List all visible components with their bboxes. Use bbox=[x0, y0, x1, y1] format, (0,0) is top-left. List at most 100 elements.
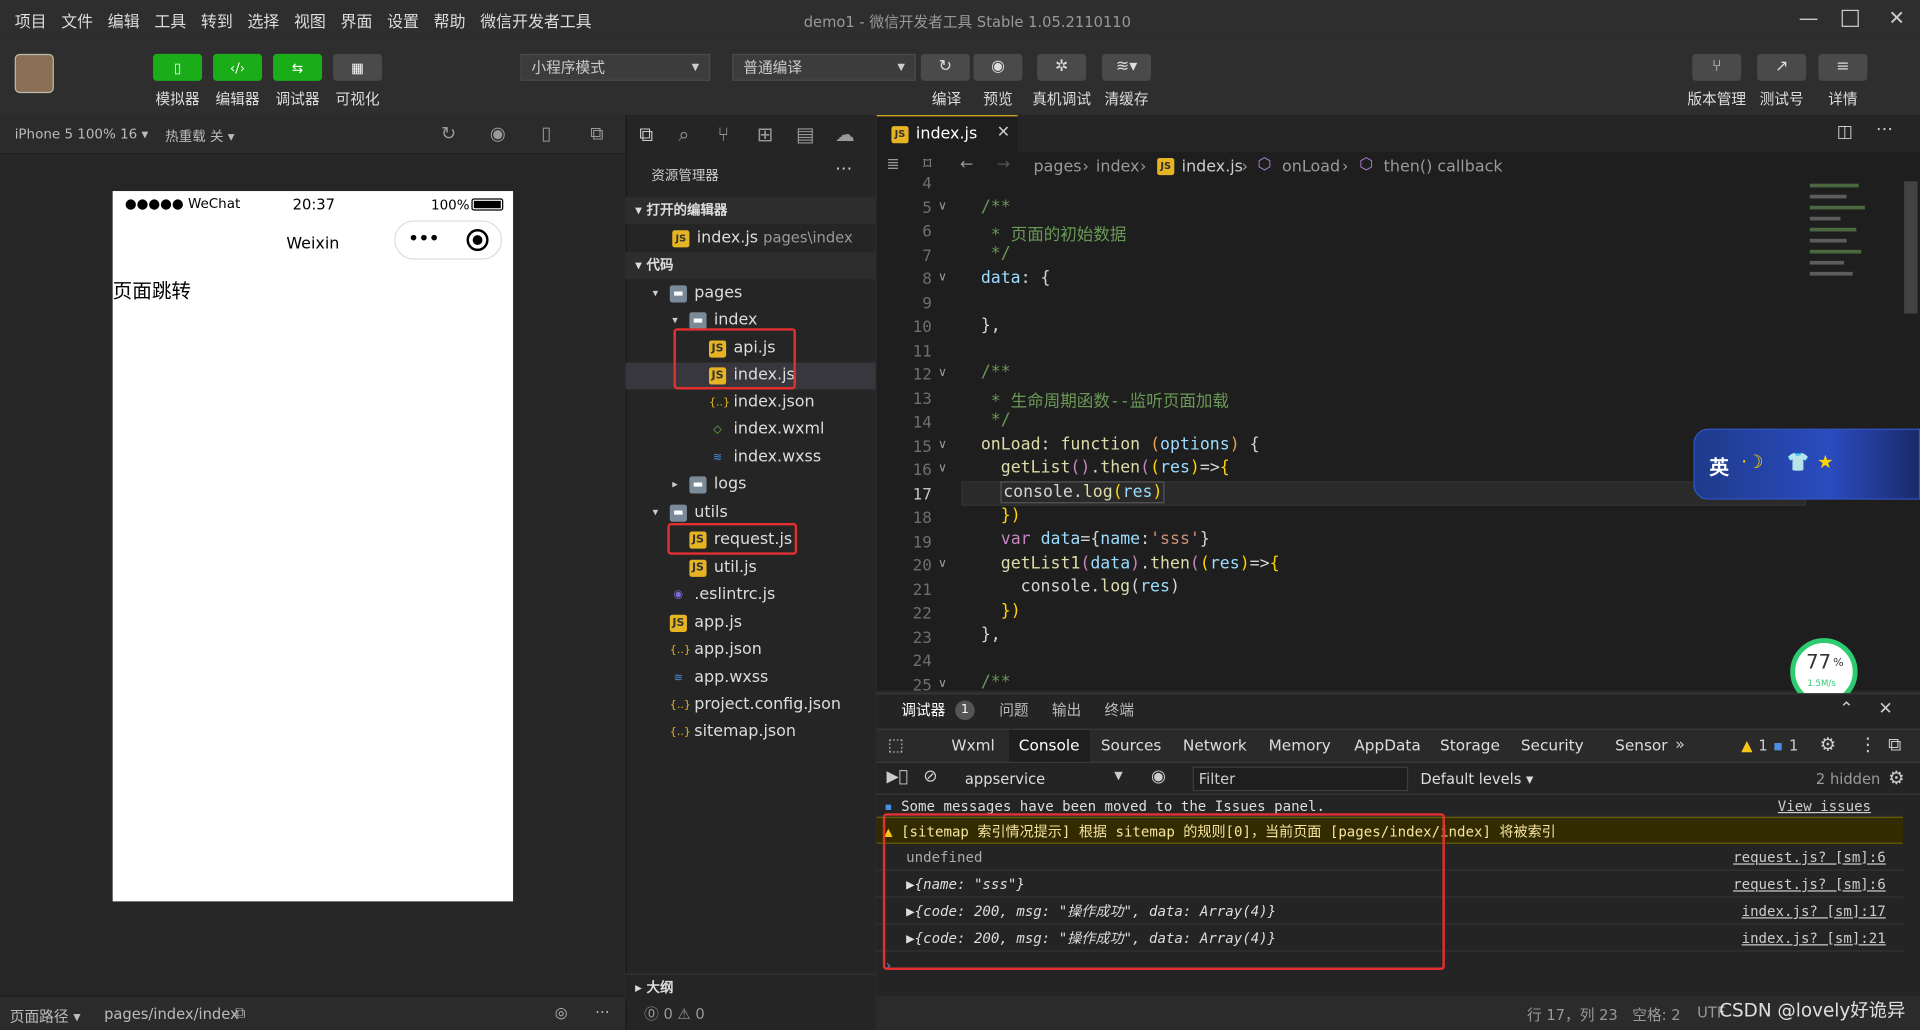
extensions-icon[interactable]: ⊞ bbox=[757, 122, 773, 145]
panel-tab-appdata[interactable]: AppData bbox=[1345, 730, 1431, 762]
source-link[interactable]: index.js? [sm]:17 bbox=[1742, 898, 1886, 925]
clear-cache-icon[interactable]: ≋▾ bbox=[1102, 53, 1152, 81]
test-icon[interactable]: ↗ bbox=[1757, 53, 1807, 81]
exit-icon[interactable] bbox=[466, 229, 489, 252]
tree-item[interactable]: JS util.js bbox=[626, 555, 876, 582]
panel-tab-memory[interactable]: Memory bbox=[1259, 730, 1341, 762]
fold-icon[interactable]: ∨ bbox=[938, 366, 947, 379]
menu-item[interactable]: 微信开发者工具 bbox=[480, 8, 591, 31]
version-icon[interactable]: ⑂ bbox=[1692, 53, 1742, 81]
menu-item[interactable]: 视图 bbox=[294, 8, 326, 31]
close-panel-icon[interactable]: ✕ bbox=[1878, 699, 1892, 719]
context-select[interactable]: appservice bbox=[965, 770, 1045, 787]
tree-item[interactable]: {..} project.config.json bbox=[626, 692, 876, 719]
forward-icon[interactable]: → bbox=[997, 156, 1010, 174]
menu-item[interactable]: 帮助 bbox=[434, 8, 466, 31]
tree-item[interactable]: {..} app.json bbox=[626, 637, 876, 664]
tab-issues[interactable]: 问题 bbox=[999, 694, 1028, 726]
mode-select[interactable]: 小程序模式 ▼ bbox=[520, 53, 711, 81]
visualize-icon[interactable]: ▦ bbox=[333, 53, 383, 81]
bookmark-icon[interactable]: ⌑ bbox=[923, 156, 931, 174]
problems-count[interactable]: ⓪ 0 ⚠ 0 bbox=[644, 1003, 705, 1024]
tab-debugger[interactable]: 调试器 bbox=[901, 694, 945, 726]
editor-icon[interactable]: ‹/› bbox=[213, 53, 263, 81]
collapse-icon[interactable]: ⌃ bbox=[1839, 699, 1853, 719]
menu-item[interactable]: 转到 bbox=[201, 8, 233, 31]
list-icon[interactable]: ≣ bbox=[887, 156, 900, 174]
files-icon[interactable]: ⧉ bbox=[639, 122, 653, 146]
console-settings-icon[interactable]: ⚙ bbox=[1888, 767, 1904, 789]
docker-icon[interactable]: ☁ bbox=[835, 122, 855, 145]
phone-icon[interactable]: ▯ bbox=[541, 122, 551, 144]
open-editor-item[interactable]: JS index.js pages\index bbox=[626, 224, 876, 251]
split-editor-icon[interactable]: ◫ bbox=[1837, 122, 1853, 142]
panel-tab-storage[interactable]: Storage bbox=[1430, 730, 1509, 762]
compile-icon[interactable]: ↻ bbox=[920, 53, 970, 81]
capsule-button[interactable]: ••• bbox=[394, 220, 503, 260]
fold-icon[interactable]: ∨ bbox=[938, 557, 947, 570]
compile-mode-select[interactable]: 普通编译 ▼ bbox=[732, 53, 916, 81]
hot-reload-select[interactable]: 热重载 关 ▾ bbox=[165, 126, 234, 146]
stop-icon[interactable]: ◉ bbox=[490, 122, 506, 144]
scrollbar[interactable] bbox=[1904, 181, 1918, 314]
fold-icon[interactable]: ∨ bbox=[938, 677, 947, 690]
tab-terminal[interactable]: 终端 bbox=[1104, 694, 1133, 726]
details-icon[interactable]: ≡ bbox=[1818, 53, 1868, 81]
git-icon[interactable]: ⑂ bbox=[718, 122, 730, 145]
debugger-icon[interactable]: ⇆ bbox=[273, 53, 323, 81]
minimize-icon[interactable]: — bbox=[1798, 7, 1820, 29]
menu-item[interactable]: 选择 bbox=[247, 8, 279, 31]
fold-icon[interactable]: ∨ bbox=[938, 199, 947, 212]
explorer-more-icon[interactable]: ⋯ bbox=[835, 159, 852, 179]
ime-star-icon[interactable]: ★ bbox=[1817, 451, 1833, 473]
simulator-icon[interactable]: ▯ bbox=[153, 53, 203, 81]
reload-icon[interactable]: ↻ bbox=[441, 122, 456, 144]
clear-console-icon[interactable]: ⊘ bbox=[923, 767, 937, 787]
warning-icon[interactable]: ▲ bbox=[1741, 737, 1752, 754]
breadcrumb-file[interactable]: index.js bbox=[1182, 158, 1243, 176]
code-section[interactable]: ▾ 代码 bbox=[625, 252, 876, 280]
open-editors-section[interactable]: ▾ 打开的编辑器 bbox=[625, 197, 876, 225]
fold-icon[interactable]: ∨ bbox=[938, 462, 947, 475]
tree-item[interactable]: ◉ .eslintrc.js bbox=[626, 582, 876, 609]
breadcrumb-pages[interactable]: pages bbox=[1033, 158, 1081, 176]
menu-item[interactable]: 文件 bbox=[61, 8, 93, 31]
search-icon[interactable]: ⌕ bbox=[678, 122, 689, 146]
filter-input[interactable]: Filter bbox=[1192, 766, 1409, 792]
tree-arrow-icon[interactable]: ▾ bbox=[653, 500, 659, 527]
menu-item[interactable]: 设置 bbox=[387, 8, 419, 31]
editor-more-icon[interactable]: ⋯ bbox=[1876, 120, 1893, 140]
context-caret-icon[interactable]: ▼ bbox=[1114, 770, 1122, 782]
tree-item[interactable]: {..} sitemap.json bbox=[626, 719, 876, 746]
settings-icon[interactable]: ⚙ bbox=[1820, 734, 1836, 756]
more-panels-icon[interactable]: » bbox=[1675, 736, 1685, 754]
panel-tab-sources[interactable]: Sources bbox=[1091, 730, 1171, 762]
tree-item[interactable]: ▸ ▬ logs bbox=[626, 472, 876, 499]
menu-item[interactable]: 项目 bbox=[15, 8, 47, 31]
breadcrumb-index[interactable]: index bbox=[1096, 158, 1140, 176]
remote-debug-icon[interactable]: ✲ bbox=[1037, 53, 1087, 81]
fold-icon[interactable]: ∨ bbox=[938, 271, 947, 284]
tree-item[interactable]: {..} index.json bbox=[626, 389, 876, 416]
minimap[interactable] bbox=[1809, 179, 1896, 326]
avatar[interactable] bbox=[14, 53, 54, 94]
panel-tab-wxml[interactable]: Wxml bbox=[942, 730, 1005, 762]
more-icon[interactable]: ⋯ bbox=[595, 1003, 610, 1020]
ime-skin-icon[interactable]: 👕 bbox=[1787, 451, 1810, 473]
page-text[interactable]: 页面跳转 bbox=[113, 274, 191, 303]
popout-icon[interactable]: ⧉ bbox=[590, 122, 603, 144]
tree-arrow-icon[interactable]: ▾ bbox=[653, 280, 659, 307]
source-link[interactable]: request.js? [sm]:6 bbox=[1733, 871, 1886, 898]
sidebar-toggle-icon[interactable]: ▶⃞ bbox=[887, 768, 909, 786]
info-icon[interactable]: ▪ bbox=[1773, 737, 1783, 754]
maximize-icon[interactable] bbox=[1841, 9, 1859, 27]
indent-setting[interactable]: 空格: 2 bbox=[1632, 1004, 1680, 1025]
more-icon[interactable]: ••• bbox=[408, 227, 440, 250]
close-tab-icon[interactable]: ✕ bbox=[997, 124, 1010, 142]
editor-tab[interactable]: JS index.js ✕ bbox=[876, 115, 1018, 152]
device-select[interactable]: iPhone 5 100% 16 ▾ bbox=[15, 126, 149, 142]
fold-icon[interactable]: ∨ bbox=[938, 438, 947, 451]
tree-item[interactable]: JS app.js bbox=[626, 610, 876, 637]
menu-item[interactable]: 编辑 bbox=[108, 8, 140, 31]
tree-item[interactable]: ◇ index.wxml bbox=[626, 416, 876, 443]
